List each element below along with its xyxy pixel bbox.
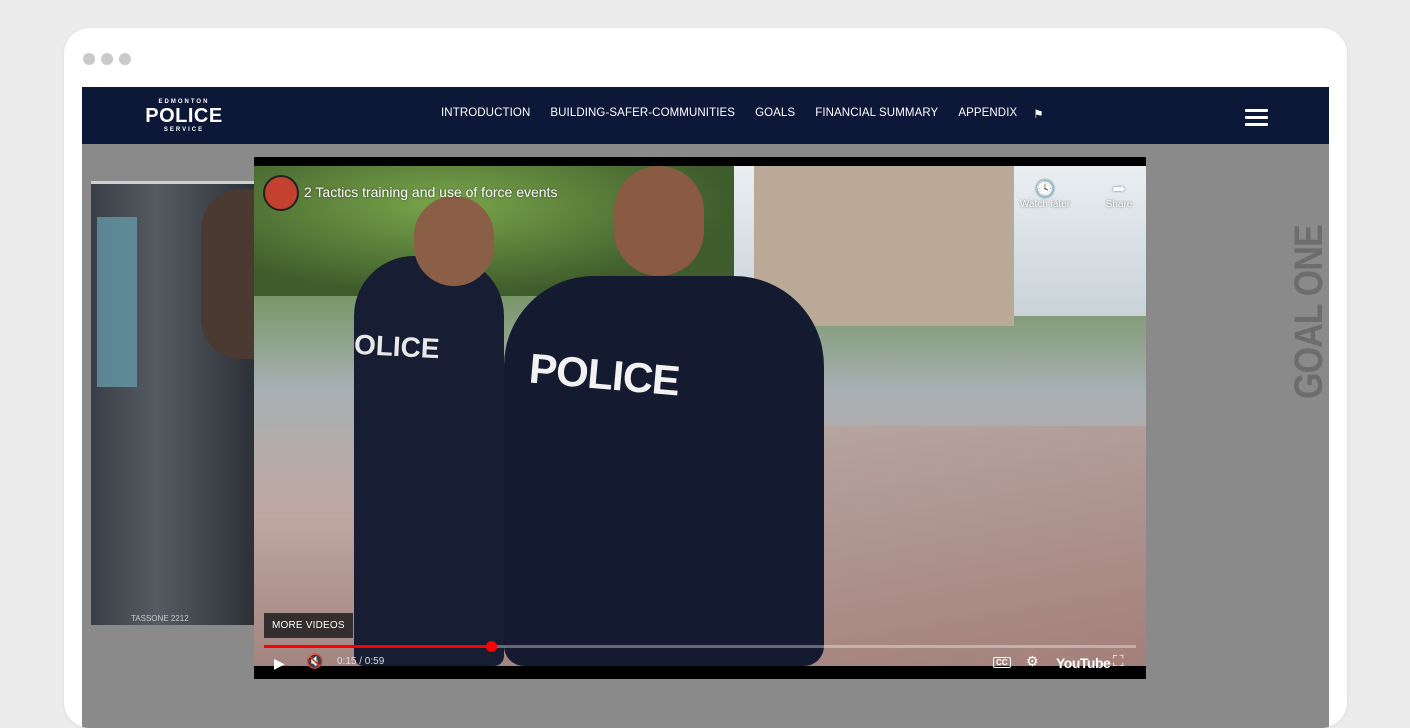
- watch-later-label: Watch later: [1019, 199, 1071, 210]
- browser-window: EDMONTON POLICE SERVICE INTRODUCTION BUI…: [64, 28, 1347, 728]
- time-display: 0:15 / 0:59: [337, 656, 385, 667]
- channel-avatar-icon[interactable]: [263, 175, 299, 211]
- scene-text-left: OLICE: [353, 328, 441, 365]
- window-dot[interactable]: [101, 53, 113, 65]
- nav-introduction[interactable]: INTRODUCTION: [441, 107, 530, 121]
- clock-icon: 🕓: [1035, 181, 1055, 198]
- video-frame[interactable]: OLICE POLICE 2 Tactics training and use …: [254, 166, 1146, 666]
- section-side-label: GOAL ONE: [1287, 225, 1329, 399]
- watch-later-button[interactable]: 🕓 Watch later: [1015, 179, 1075, 210]
- progress-fill: [264, 645, 491, 648]
- progress-bar[interactable]: [264, 641, 1136, 652]
- logo-bottom-text: SERVICE: [163, 127, 205, 133]
- share-button[interactable]: ➦ Share: [1089, 179, 1146, 210]
- eps-logo[interactable]: EDMONTON POLICE SERVICE: [143, 98, 225, 134]
- captions-icon[interactable]: CC: [993, 657, 1011, 668]
- window-dot[interactable]: [83, 53, 95, 65]
- video-title[interactable]: 2 Tactics training and use of force even…: [304, 184, 557, 200]
- nav-links: INTRODUCTION BUILDING-SAFER-COMMUNITIES …: [441, 107, 1044, 121]
- logo-main-text: POLICE: [145, 105, 223, 127]
- youtube-logo[interactable]: YouTube: [1056, 655, 1111, 671]
- gear-icon[interactable]: ⚙: [1026, 653, 1039, 670]
- hamburger-icon[interactable]: [1245, 109, 1268, 126]
- main-content: TASSONE 2212 GOAL ONE OLICE POLICE 2 Tac…: [82, 144, 1329, 728]
- player-controls: ▶ 🔇 0:15 / 0:59 CC ⚙ YouTube ⛶: [254, 650, 1146, 679]
- window-controls: [83, 53, 131, 65]
- top-navbar: EDMONTON POLICE SERVICE INTRODUCTION BUI…: [82, 87, 1329, 144]
- nav-goals[interactable]: GOALS: [755, 107, 795, 121]
- play-icon[interactable]: ▶: [274, 655, 285, 672]
- nav-building-safer-communities[interactable]: BUILDING-SAFER-COMMUNITIES: [550, 107, 735, 121]
- share-label: Share: [1105, 199, 1133, 210]
- player-top-bar: 2 Tactics training and use of force even…: [263, 175, 1146, 215]
- website: EDMONTON POLICE SERVICE INTRODUCTION BUI…: [82, 87, 1329, 728]
- background-photo: TASSONE 2212: [91, 181, 271, 625]
- mute-icon[interactable]: 🔇: [306, 653, 323, 670]
- shield-icon[interactable]: ⚑: [1033, 107, 1043, 121]
- more-videos-button[interactable]: MORE VIDEOS: [264, 613, 353, 638]
- fullscreen-icon[interactable]: ⛶: [1113, 653, 1124, 670]
- photo-caption: TASSONE 2212: [131, 614, 189, 623]
- nav-appendix[interactable]: APPENDIX: [958, 107, 1017, 121]
- nav-financial-summary[interactable]: FINANCIAL SUMMARY: [815, 107, 938, 121]
- share-icon: ➦: [1112, 181, 1126, 198]
- window-dot[interactable]: [119, 53, 131, 65]
- youtube-player[interactable]: OLICE POLICE 2 Tactics training and use …: [254, 157, 1146, 679]
